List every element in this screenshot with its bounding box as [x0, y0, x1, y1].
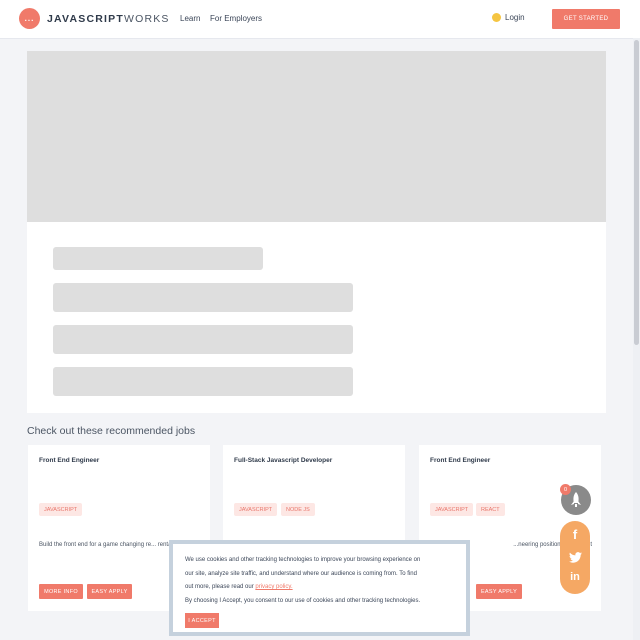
logo-icon[interactable]: ...	[19, 8, 40, 29]
login-label: Login	[505, 13, 525, 22]
job-tag[interactable]: NODE JS	[281, 503, 315, 516]
site-header: ... JAVASCRIPTWORKS Learn For Employers …	[0, 0, 640, 39]
nav-for-employers-link[interactable]: For Employers	[210, 14, 262, 23]
login-link[interactable]: Login	[492, 13, 525, 22]
job-tag[interactable]: JAVASCRIPT	[430, 503, 474, 516]
accept-cookies-button[interactable]: I ACCEPT	[185, 613, 219, 628]
scrollbar-thumb[interactable]	[634, 40, 639, 345]
job-tag[interactable]: JAVASCRIPT	[234, 503, 278, 516]
job-tag[interactable]: JAVASCRIPT	[39, 503, 83, 516]
linkedin-icon[interactable]: in	[560, 571, 590, 583]
cookie-message: We use cookies and other tracking techno…	[185, 557, 421, 604]
job-tag[interactable]: REACT	[476, 503, 505, 516]
loading-line-placeholder	[53, 283, 353, 312]
loading-line-placeholder	[53, 247, 263, 270]
nav-learn-link[interactable]: Learn	[180, 14, 200, 23]
rocket-icon	[571, 492, 581, 507]
loading-line-placeholder	[53, 367, 353, 396]
twitter-icon[interactable]	[560, 550, 590, 568]
easy-apply-button[interactable]: EASY APPLY	[87, 584, 132, 599]
user-face-icon	[492, 13, 501, 22]
job-title[interactable]: Full-Stack Javascript Developer	[234, 457, 332, 464]
facebook-icon[interactable]: f	[560, 527, 590, 542]
get-started-button[interactable]: GET STARTED	[552, 9, 620, 29]
cookie-consent-banner: We use cookies and other tracking techno…	[169, 540, 470, 636]
privacy-policy-link[interactable]: privacy policy.	[255, 584, 292, 590]
more-info-button[interactable]: MORE INFO	[39, 584, 83, 599]
loading-line-placeholder	[53, 325, 353, 354]
loading-banner-placeholder	[27, 51, 606, 222]
job-title[interactable]: Front End Engineer	[430, 457, 490, 464]
logo-wordmark[interactable]: JAVASCRIPTWORKS	[47, 13, 170, 25]
notification-badge: 0	[560, 484, 571, 495]
job-title[interactable]: Front End Engineer	[39, 457, 99, 464]
easy-apply-button[interactable]: EASY APPLY	[476, 584, 522, 599]
recommended-jobs-heading: Check out these recommended jobs	[27, 425, 196, 437]
social-share-bar: f in	[560, 521, 590, 594]
